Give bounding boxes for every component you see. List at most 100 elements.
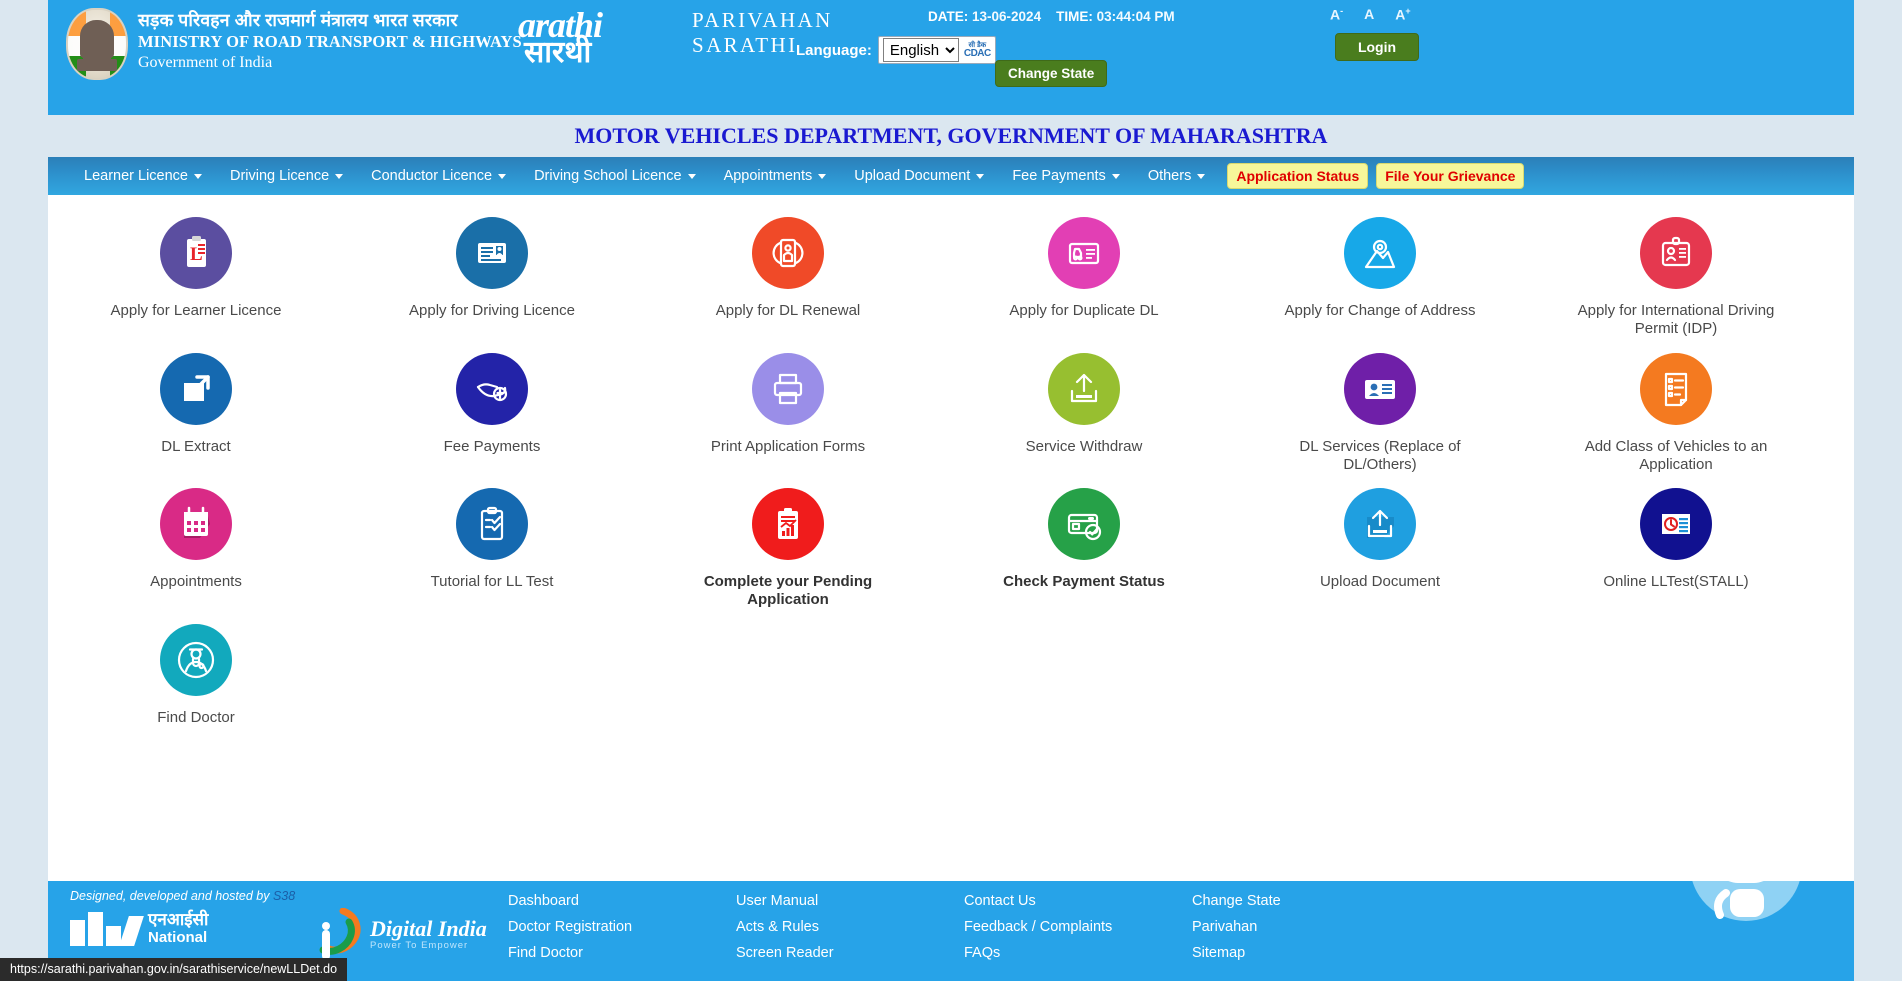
nav-item-others[interactable]: Others (1134, 157, 1220, 195)
language-selector-row: Language: English सी डैक CDAC (796, 36, 996, 64)
service-tile-label: Service Withdraw (1025, 437, 1143, 455)
footer-link[interactable]: Contact Us (964, 893, 1192, 909)
government-of-india-label: Government of India (138, 53, 273, 71)
india-emblem-icon (66, 8, 128, 80)
footer-link[interactable]: FAQs (964, 945, 1192, 961)
ministry-branding: सड़क परिवहन और राजमार्ग मंत्रालय भारत सर… (66, 8, 522, 80)
nic-logo-text: एनआईसी National (148, 910, 208, 946)
footer-link[interactable]: User Manual (736, 893, 964, 909)
service-tile[interactable]: Add Class of Vehicles to an Application (1528, 352, 1824, 475)
nav-item-upload-document[interactable]: Upload Document (840, 157, 998, 195)
chevron-down-icon (335, 173, 344, 179)
nav-item-conductor-licence[interactable]: Conductor Licence (357, 157, 520, 195)
footer-link[interactable]: Screen Reader (736, 945, 964, 961)
payment-status-icon (1048, 488, 1120, 561)
service-tile[interactable]: Apply for Driving Licence (344, 217, 640, 339)
chevron-down-icon (1111, 173, 1120, 179)
service-tile[interactable]: Appointments (48, 488, 344, 610)
service-tile-label: Find Doctor (157, 708, 235, 726)
service-tile-label: Appointments (150, 573, 242, 591)
service-tile-label: Check Payment Status (1003, 573, 1165, 591)
date-time-display: DATE: 13-06-2024 TIME: 03:44:04 PM (928, 9, 1175, 24)
service-tile[interactable]: Apply for Change of Address (1232, 217, 1528, 339)
idp-badge-icon (1640, 217, 1712, 289)
nav-item-fee-payments[interactable]: Fee Payments (998, 157, 1134, 195)
language-label: Language: (796, 41, 872, 59)
service-tile[interactable]: Service Withdraw (936, 352, 1232, 475)
page-title: MOTOR VEHICLES DEPARTMENT, GOVERNMENT OF… (574, 123, 1328, 148)
footer-link[interactable]: Acts & Rules (736, 919, 964, 935)
footer-column: User Manual Acts & Rules Screen Reader (736, 893, 964, 971)
service-tile[interactable]: Online LLTest(STALL) (1528, 488, 1824, 610)
service-tile-label: Online LLTest(STALL) (1603, 573, 1749, 591)
sarathi-logo[interactable]: arathi सारथी PARIVAHAN SARATHI (518, 2, 833, 69)
service-tile[interactable]: Complete your Pending Application (640, 488, 936, 610)
date-label: DATE: (928, 9, 969, 24)
service-tile[interactable]: Apply for DL Renewal (640, 217, 936, 339)
digital-india-logo: Digital India Power To Empower (313, 907, 487, 960)
file-grievance-button[interactable]: File Your Grievance (1376, 163, 1525, 189)
change-of-address-icon (1344, 217, 1416, 289)
emblem-lions (80, 20, 114, 58)
designed-by-link[interactable]: S38 (273, 889, 295, 903)
footer-link[interactable]: Feedback / Complaints (964, 919, 1192, 935)
chevron-down-icon (687, 173, 696, 179)
fee-payments-icon (456, 352, 528, 425)
service-tile-label: Apply for Driving Licence (409, 302, 575, 319)
service-tile[interactable]: Find Doctor (48, 623, 344, 727)
chevron-down-icon (818, 173, 827, 179)
language-select[interactable]: English (882, 38, 959, 62)
footer-column: Dashboard Doctor Registration Find Doctor (508, 893, 736, 971)
department-title-band: MOTOR VEHICLES DEPARTMENT, GOVERNMENT OF… (48, 115, 1854, 157)
font-normal-button[interactable]: A (1364, 6, 1374, 23)
font-decrease-button[interactable]: A- (1330, 6, 1343, 23)
nic-english: National (148, 928, 208, 946)
footer-link[interactable]: Doctor Registration (508, 919, 736, 935)
service-tile[interactable]: Upload Document (1232, 488, 1528, 610)
service-tile-label: Fee Payments (443, 437, 541, 455)
vani-chatbot[interactable]: “ Hi, I'm VANI ” (1684, 881, 1834, 929)
service-tile[interactable]: Apply for International Driving Permit (… (1528, 217, 1824, 339)
service-tile[interactable]: Check Payment Status (936, 488, 1232, 610)
footer-link[interactable]: Find Doctor (508, 945, 736, 961)
online-lltest-icon (1640, 488, 1712, 561)
designed-by-label: Designed, developed and hosted by (70, 889, 270, 903)
footer-link[interactable]: Dashboard (508, 893, 736, 909)
nav-item-driving-licence[interactable]: Driving Licence (216, 157, 357, 195)
browser-status-url: https://sarathi.parivahan.gov.in/sarathi… (0, 958, 348, 981)
service-tile[interactable]: Fee Payments (344, 352, 640, 475)
nav-item-learner-licence[interactable]: Learner Licence (70, 157, 216, 195)
service-tile[interactable]: DL Extract (48, 352, 344, 475)
service-tile-label: DL Extract (161, 437, 231, 455)
time-label: TIME: (1056, 9, 1093, 24)
nav-item-appointments[interactable]: Appointments (710, 157, 841, 195)
footer-link[interactable]: Sitemap (1192, 945, 1420, 961)
dl-extract-icon (160, 352, 232, 425)
chevron-down-icon (1197, 173, 1206, 179)
service-tile-label: Apply for International Driving Permit (… (1577, 302, 1775, 338)
digital-india-tagline: Power To Empower (370, 939, 469, 951)
service-tile-label: Apply for Learner Licence (110, 302, 282, 319)
footer-link[interactable]: Change State (1192, 893, 1420, 909)
application-status-button[interactable]: Application Status (1227, 163, 1369, 189)
service-tile-label: Apply for Duplicate DL (1009, 302, 1159, 319)
sarathi-logo-mark: arathi सारथी (518, 2, 678, 69)
footer-link[interactable]: Parivahan (1192, 919, 1420, 935)
ministry-name-hindi: सड़क परिवहन और राजमार्ग मंत्रालय भारत सर… (138, 10, 458, 30)
ministry-name-english: MINISTRY OF ROAD TRANSPORT & HIGHWAYS (138, 31, 522, 51)
service-tile-label: Add Class of Vehicles to an Application (1584, 437, 1768, 473)
service-tile[interactable]: Print Application Forms (640, 352, 936, 475)
service-tile-label: Print Application Forms (710, 437, 866, 455)
login-button[interactable]: Login (1335, 33, 1419, 61)
service-tile[interactable]: Tutorial for LL Test (344, 488, 640, 610)
nav-item-driving-school-licence[interactable]: Driving School Licence (520, 157, 710, 195)
change-state-button[interactable]: Change State (995, 60, 1108, 87)
service-tile[interactable]: L Apply for Learner Licence (48, 217, 344, 339)
page-root: सड़क परिवहन और राजमार्ग मंत्रालय भारत सर… (0, 0, 1902, 981)
font-increase-button[interactable]: A+ (1395, 6, 1410, 23)
service-tile-grid: L Apply for Learner Licence Apply for Driv… (48, 195, 1854, 741)
service-tile[interactable]: Apply for Duplicate DL (936, 217, 1232, 339)
parivahan-word: PARIVAHAN (692, 8, 833, 33)
service-tile[interactable]: DL Services (Replace of DL/Others) (1232, 352, 1528, 475)
site-header: सड़क परिवहन और राजमार्ग मंत्रालय भारत सर… (48, 0, 1854, 115)
